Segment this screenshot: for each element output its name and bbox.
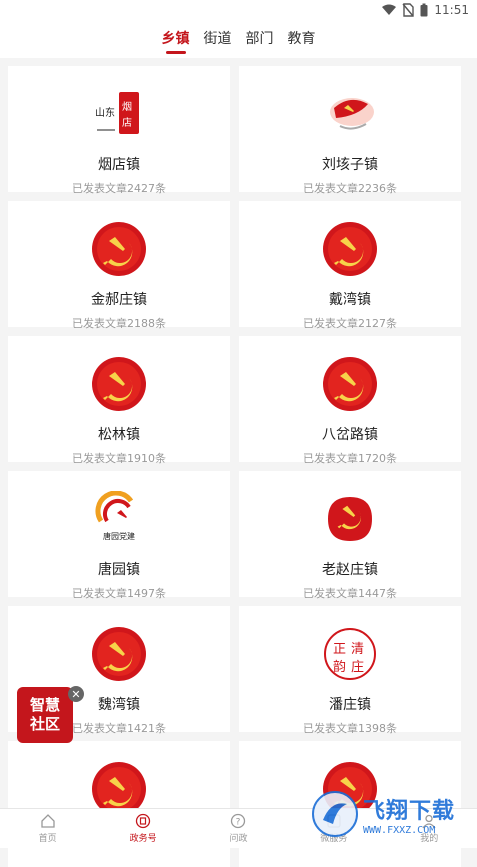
svg-text:唐园党建: 唐园党建 bbox=[103, 531, 135, 541]
article-count: 已发表文章1910条 bbox=[72, 450, 166, 466]
battery-icon bbox=[420, 3, 428, 17]
account-card[interactable]: 八岔路镇已发表文章1720条 bbox=[239, 336, 461, 462]
party-emblem-logo-icon bbox=[91, 626, 147, 682]
svg-text:正: 正 bbox=[333, 642, 346, 657]
nav-government[interactable]: 政务号 bbox=[113, 813, 173, 844]
close-icon[interactable]: ✕ bbox=[68, 686, 84, 702]
party-emblem-logo-icon bbox=[91, 221, 147, 277]
svg-text:清: 清 bbox=[351, 642, 364, 657]
smart-community-button[interactable]: 智慧 社区 bbox=[17, 687, 73, 743]
account-name: 松林镇 bbox=[98, 424, 140, 444]
account-grid: 山东烟店烟店镇已发表文章2427条刘垓子镇已发表文章2236条金郝庄镇已发表文章… bbox=[8, 66, 469, 867]
party-emblem-logo-icon bbox=[322, 221, 378, 277]
account-card[interactable] bbox=[8, 741, 230, 867]
status-bar: 11:51 bbox=[0, 0, 477, 20]
account-card[interactable]: 老赵庄镇已发表文章1447条 bbox=[239, 471, 461, 597]
svg-text:庄: 庄 bbox=[351, 659, 364, 675]
article-count: 已发表文章2236条 bbox=[303, 180, 397, 196]
account-card[interactable]: 松林镇已发表文章1910条 bbox=[8, 336, 230, 462]
download-site-watermark: 飞翔下载 WWW.FXXZ.COM bbox=[311, 784, 471, 844]
article-count: 已发表文章1421条 bbox=[72, 720, 166, 736]
watermark-logo-icon bbox=[311, 790, 359, 838]
account-name: 魏湾镇 bbox=[98, 694, 140, 714]
smart-community-line2: 社区 bbox=[30, 715, 60, 734]
party-emblem-seal-logo-icon bbox=[322, 491, 378, 547]
article-count: 已发表文章2127条 bbox=[303, 315, 397, 331]
account-name: 刘垓子镇 bbox=[322, 154, 378, 174]
nav-government-label: 政务号 bbox=[130, 831, 157, 844]
svg-text:烟: 烟 bbox=[122, 100, 132, 113]
account-card[interactable]: 戴湾镇已发表文章2127条 bbox=[239, 201, 461, 327]
zhengqing-seal-logo-icon: 正清韵庄 bbox=[322, 626, 378, 682]
government-icon bbox=[135, 813, 151, 829]
nav-inquiry[interactable]: ? 问政 bbox=[208, 813, 268, 844]
watermark-url: WWW.FXXZ.COM bbox=[363, 825, 455, 836]
account-name: 唐园镇 bbox=[98, 559, 140, 579]
account-card[interactable]: 刘垓子镇已发表文章2236条 bbox=[239, 66, 461, 192]
party-emblem-logo-icon bbox=[322, 356, 378, 412]
tangyuan-party-logo-icon: 唐园党建 bbox=[91, 491, 147, 547]
tab-street[interactable]: 街道 bbox=[204, 28, 232, 48]
article-count: 已发表文章1720条 bbox=[303, 450, 397, 466]
status-time: 11:51 bbox=[434, 3, 469, 17]
article-count: 已发表文章1447条 bbox=[303, 585, 397, 601]
nav-home[interactable]: 首页 bbox=[18, 813, 78, 844]
article-count: 已发表文章1398条 bbox=[303, 720, 397, 736]
account-name: 戴湾镇 bbox=[329, 289, 371, 309]
party-flag-brush-logo-icon bbox=[322, 86, 378, 142]
home-icon bbox=[40, 813, 56, 829]
svg-text:山东: 山东 bbox=[95, 106, 115, 119]
watermark-title: 飞翔下载 bbox=[363, 793, 455, 825]
svg-text:店: 店 bbox=[122, 116, 132, 129]
svg-text:韵: 韵 bbox=[333, 660, 346, 675]
account-card[interactable]: 金郝庄镇已发表文章2188条 bbox=[8, 201, 230, 327]
account-name: 八岔路镇 bbox=[322, 424, 378, 444]
party-emblem-logo-icon bbox=[91, 356, 147, 412]
account-card[interactable]: 山东烟店烟店镇已发表文章2427条 bbox=[8, 66, 230, 192]
account-name: 老赵庄镇 bbox=[322, 559, 378, 579]
article-count: 已发表文章2427条 bbox=[72, 180, 166, 196]
nav-inquiry-label: 问政 bbox=[229, 831, 247, 844]
wifi-icon bbox=[382, 4, 396, 16]
tab-education[interactable]: 教育 bbox=[288, 28, 316, 48]
nav-home-label: 首页 bbox=[39, 831, 57, 844]
account-name: 潘庄镇 bbox=[329, 694, 371, 714]
no-sim-icon bbox=[402, 3, 414, 17]
category-tabs: 乡镇 街道 部门 教育 bbox=[0, 20, 477, 58]
account-card[interactable]: 唐园党建唐园镇已发表文章1497条 bbox=[8, 471, 230, 597]
account-name: 烟店镇 bbox=[98, 154, 140, 174]
yandian-calligraphy-logo-icon: 山东烟店 bbox=[91, 86, 147, 142]
account-card[interactable]: 正清韵庄潘庄镇已发表文章1398条 bbox=[239, 606, 461, 732]
article-count: 已发表文章2188条 bbox=[72, 315, 166, 331]
tab-department[interactable]: 部门 bbox=[246, 28, 274, 48]
tab-township[interactable]: 乡镇 bbox=[162, 28, 190, 48]
account-name: 金郝庄镇 bbox=[91, 289, 147, 309]
article-count: 已发表文章1497条 bbox=[72, 585, 166, 601]
svg-text:?: ? bbox=[236, 818, 241, 828]
question-icon: ? bbox=[230, 813, 246, 829]
smart-community-line1: 智慧 bbox=[30, 696, 60, 715]
